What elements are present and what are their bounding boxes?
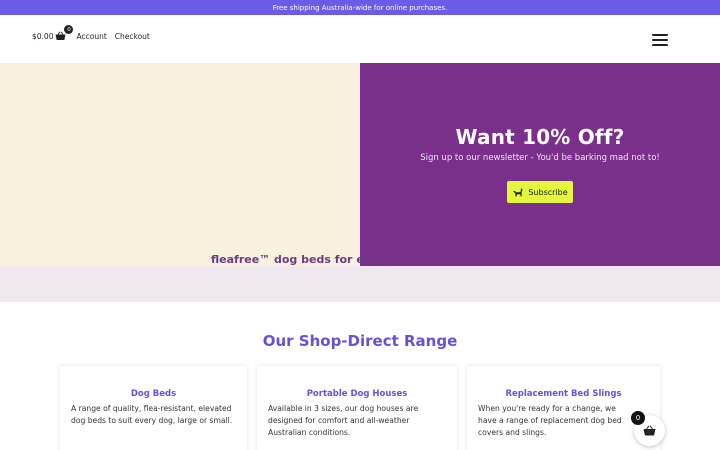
basket-icon bbox=[643, 425, 656, 436]
hero-image-panel bbox=[0, 63, 360, 266]
basket-icon[interactable]: 0 bbox=[55, 25, 74, 41]
subscribe-button[interactable]: Subscribe bbox=[507, 181, 573, 203]
announcement-text: Free shipping Australia-wide for online … bbox=[272, 3, 448, 12]
cart-total[interactable]: $0.00 bbox=[32, 32, 53, 41]
card-title[interactable]: Dog Beds bbox=[60, 389, 247, 399]
card-dog-beds[interactable]: Dog Beds A range of quality, flea-resist… bbox=[60, 366, 247, 450]
card-bed-slings[interactable]: Replacement Bed Slings When you're ready… bbox=[467, 366, 660, 450]
site-header: $0.00 0 Account Checkout bbox=[0, 15, 720, 63]
tagline-band bbox=[0, 266, 720, 302]
card-title[interactable]: Portable Dog Houses bbox=[257, 389, 457, 399]
newsletter-promo: Want 10% Off? Sign up to our newsletter … bbox=[360, 63, 720, 266]
checkout-link[interactable]: Checkout bbox=[115, 32, 150, 41]
cart-count-badge: 0 bbox=[64, 25, 74, 34]
floating-cart-count: 0 bbox=[631, 411, 645, 425]
header-left-nav: $0.00 0 Account Checkout bbox=[32, 25, 154, 41]
card-title[interactable]: Replacement Bed Slings bbox=[467, 389, 660, 399]
hamburger-icon[interactable] bbox=[652, 34, 668, 46]
range-heading: Our Shop-Direct Range bbox=[262, 332, 458, 350]
dog-icon bbox=[513, 188, 523, 196]
card-dog-houses[interactable]: Portable Dog Houses Available in 3 sizes… bbox=[257, 366, 457, 450]
card-text: A range of quality, flea-resistant, elev… bbox=[71, 404, 233, 425]
account-link[interactable]: Account bbox=[76, 32, 106, 41]
announcement-bar: Free shipping Australia-wide for online … bbox=[0, 0, 720, 15]
subscribe-label: Subscribe bbox=[528, 187, 568, 197]
promo-subtitle: Sign up to our newsletter - You'd be bar… bbox=[420, 153, 660, 163]
card-text: Available in 3 sizes, our dog houses are… bbox=[268, 404, 419, 437]
promo-title: Want 10% Off? bbox=[455, 125, 625, 149]
tagline-text: fleafree™ dog beds for every bbox=[211, 253, 391, 266]
